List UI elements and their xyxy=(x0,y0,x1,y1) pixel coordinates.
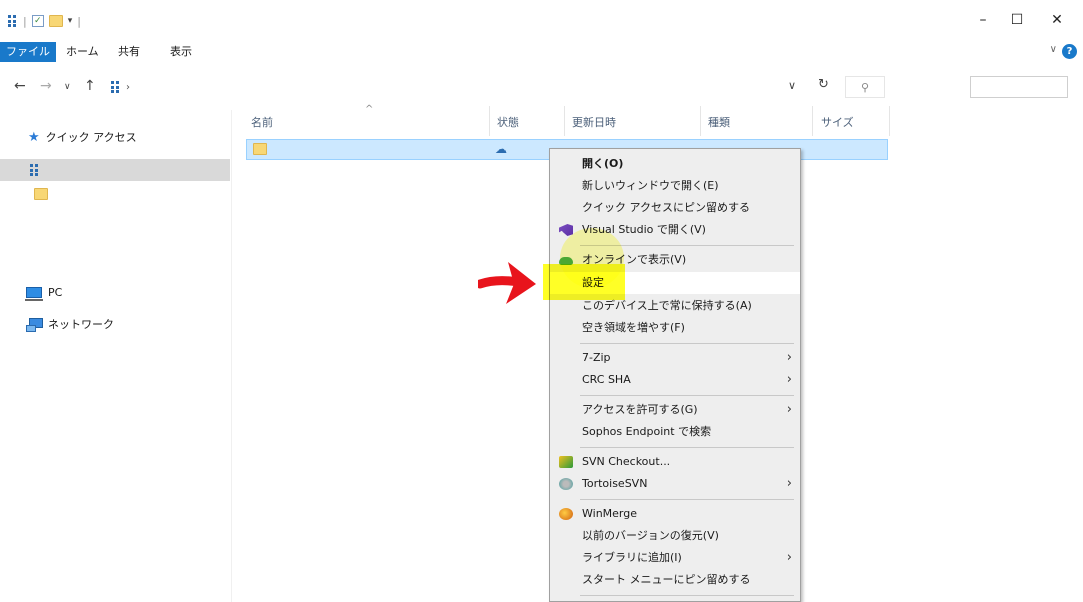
pc-icon xyxy=(25,286,43,301)
menu-item-include-library[interactable]: ライブラリに追加(I) › xyxy=(550,547,800,569)
winmerge-icon xyxy=(559,508,573,520)
breadcrumb-chevron-icon[interactable]: › xyxy=(126,82,130,93)
menu-item-label: ライブラリに追加(I) xyxy=(582,551,682,564)
building-icon xyxy=(8,15,18,27)
star-icon: ★ xyxy=(28,129,40,145)
up-button[interactable]: ↑ xyxy=(84,78,96,94)
properties-checkbox-icon[interactable]: ✓ xyxy=(31,15,44,27)
column-header-name[interactable]: 名前 xyxy=(251,110,273,136)
column-header-status[interactable]: 状態 xyxy=(497,110,519,136)
menu-separator xyxy=(580,595,794,596)
menu-item-label: WinMerge xyxy=(582,507,637,520)
submenu-arrow-icon: › xyxy=(786,402,792,417)
tab-share[interactable]: 共有 xyxy=(112,42,146,62)
cloud-status-icon: ☁ xyxy=(495,142,507,156)
quick-access-toolbar: | ✓ ▾ | xyxy=(8,12,81,30)
menu-item-label: TortoiseSVN xyxy=(582,477,648,490)
maximize-button[interactable]: ☐ xyxy=(1002,8,1032,32)
tab-file[interactable]: ファイル xyxy=(0,42,56,62)
column-header-modified[interactable]: 更新日時 xyxy=(572,110,616,136)
column-divider[interactable] xyxy=(889,106,890,136)
menu-item-give-access[interactable]: アクセスを許可する(G) › xyxy=(550,399,800,421)
minimize-button[interactable]: – xyxy=(968,8,998,32)
close-button[interactable]: ✕ xyxy=(1042,8,1072,32)
menu-item-pin-start[interactable]: スタート メニューにピン留めする xyxy=(550,569,800,591)
sidebar-item-label: PC xyxy=(48,285,63,299)
search-input[interactable] xyxy=(970,76,1068,98)
sidebar-item-network[interactable]: ネットワーク xyxy=(26,313,114,335)
sort-ascending-icon: ^ xyxy=(365,104,374,115)
column-divider[interactable] xyxy=(489,106,490,136)
sidebar-item-location[interactable] xyxy=(0,159,230,181)
menu-item-free-up-space[interactable]: 空き領域を増やす(F) xyxy=(550,317,800,339)
address-bar[interactable]: › xyxy=(110,76,840,98)
building-icon xyxy=(30,164,40,176)
menu-item-open-new-window[interactable]: 新しいウィンドウで開く(E) xyxy=(550,175,800,197)
search-icon: ⚲ xyxy=(860,80,870,94)
expand-ribbon-icon[interactable]: ∨ xyxy=(1050,44,1057,55)
menu-item-open[interactable]: 開く(O) xyxy=(550,153,800,175)
network-icon xyxy=(26,318,43,332)
navigation-bar: ← → ∨ ↑ › ∨ ↻ ⚲ xyxy=(0,72,1083,102)
menu-item-restore-previous[interactable]: 以前のバージョンの復元(V) xyxy=(550,525,800,547)
context-menu: 開く(O) 新しいウィンドウで開く(E) クイック アクセスにピン留めする Vi… xyxy=(549,148,801,602)
menu-separator xyxy=(580,499,794,500)
sidebar-item-quick-access[interactable]: ★ クイック アクセス xyxy=(28,126,137,148)
sidebar-item-label: クイック アクセス xyxy=(45,131,137,144)
toolbar-separator: | xyxy=(77,14,81,28)
column-divider[interactable] xyxy=(700,106,701,136)
customize-toolbar-icon[interactable]: ▾ xyxy=(68,16,73,26)
menu-item-sophos-scan[interactable]: Sophos Endpoint で検索 xyxy=(550,421,800,443)
folder-icon xyxy=(34,188,48,200)
folder-icon xyxy=(253,143,267,155)
back-button[interactable]: ← xyxy=(14,78,26,94)
search-box[interactable]: ⚲ xyxy=(845,76,885,98)
title-bar: | ✓ ▾ | – ☐ ✕ xyxy=(0,0,1083,40)
submenu-arrow-icon: › xyxy=(786,350,792,365)
navigation-pane: ★ クイック アクセス PC ネットワーク xyxy=(0,110,232,602)
menu-item-label: CRC SHA xyxy=(582,373,631,386)
recent-locations-icon[interactable]: ∨ xyxy=(64,82,71,92)
menu-item-svn-checkout[interactable]: SVN Checkout... xyxy=(550,451,800,473)
menu-separator xyxy=(580,395,794,396)
menu-item-label: 7-Zip xyxy=(582,351,611,364)
menu-item-winmerge[interactable]: WinMerge xyxy=(550,503,800,525)
tab-view[interactable]: 表示 xyxy=(164,42,198,62)
building-icon xyxy=(111,81,121,93)
column-divider[interactable] xyxy=(812,106,813,136)
new-folder-icon[interactable] xyxy=(48,15,63,27)
submenu-arrow-icon: › xyxy=(786,372,792,387)
ribbon: ファイル ホーム 共有 表示 ∨ ? xyxy=(0,42,1083,62)
toolbar-separator: | xyxy=(23,14,27,28)
forward-button[interactable]: → xyxy=(40,78,52,94)
submenu-arrow-icon: › xyxy=(786,476,792,491)
address-dropdown-icon[interactable]: ∨ xyxy=(788,79,796,92)
menu-item-label: SVN Checkout... xyxy=(582,455,671,468)
menu-separator xyxy=(580,343,794,344)
menu-item-7zip[interactable]: 7-Zip › xyxy=(550,347,800,369)
menu-item-tortoisesvn[interactable]: TortoiseSVN › xyxy=(550,473,800,495)
menu-separator xyxy=(580,447,794,448)
sidebar-item-label: ネットワーク xyxy=(48,318,114,331)
tab-home[interactable]: ホーム xyxy=(60,42,105,62)
refresh-icon[interactable]: ↻ xyxy=(818,77,829,92)
column-header-size[interactable]: サイズ xyxy=(821,110,854,136)
sidebar-item-pc[interactable]: PC xyxy=(25,281,63,303)
menu-item-pin-quick-access[interactable]: クイック アクセスにピン留めする xyxy=(550,197,800,219)
menu-item-label: アクセスを許可する(G) xyxy=(582,403,698,416)
red-arrow-annotation xyxy=(478,262,536,304)
tortoisesvn-icon xyxy=(559,478,573,490)
highlight-annotation xyxy=(543,264,625,300)
help-icon[interactable]: ? xyxy=(1062,44,1077,59)
svn-checkout-icon xyxy=(559,456,573,468)
sidebar-item-folder[interactable] xyxy=(34,183,48,205)
column-divider[interactable] xyxy=(564,106,565,136)
submenu-arrow-icon: › xyxy=(786,550,792,565)
menu-item-crc-sha[interactable]: CRC SHA › xyxy=(550,369,800,391)
column-header-type[interactable]: 種類 xyxy=(708,110,730,136)
